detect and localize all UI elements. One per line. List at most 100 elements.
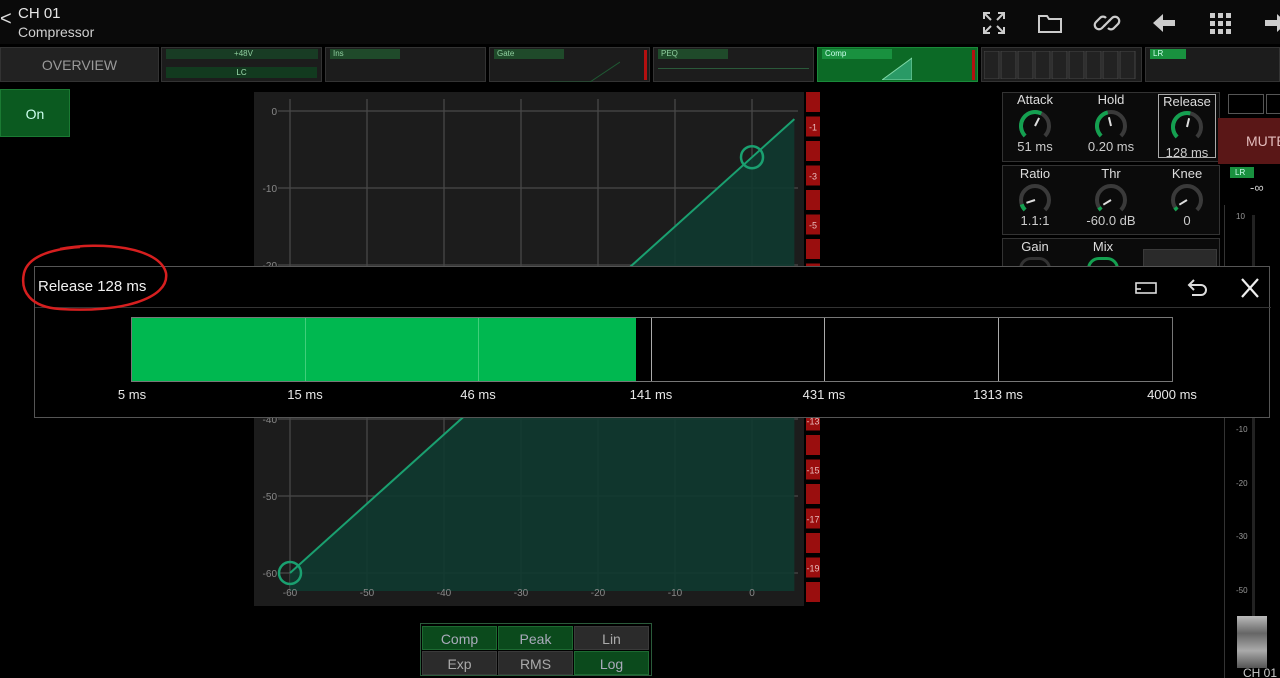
threshold-label: Thr [1101,166,1121,181]
tab-sends[interactable] [981,47,1142,82]
slider-scale-label: 15 ms [287,387,323,402]
rms-mode-button[interactable]: RMS [498,651,573,675]
y-tick-label: -10 [263,184,278,195]
gain-reduction-meter-segment [806,533,820,553]
gate-label: Gate [494,49,564,59]
threshold-control[interactable]: Thr -60.0 dB [1078,166,1144,234]
gate-curve-thumbnail [550,61,620,82]
tab-overview[interactable]: OVERVIEW [0,47,159,82]
strip-slot-right[interactable] [1266,94,1280,114]
undo-icon[interactable] [1184,277,1210,299]
comp-mode-button[interactable]: Comp [422,626,497,650]
insert-label: Ins [330,49,400,59]
slider-tick [998,318,999,381]
comp-meter-mark [972,50,975,80]
gain-reduction-meter-segment [806,582,820,602]
fader-scale-label: -10 [1236,425,1248,434]
meter-label: -19 [806,564,819,574]
y-tick-label: -50 [263,492,278,503]
tab-preamp[interactable]: +48V LC [161,47,322,82]
keyboard-icon[interactable] [1133,277,1159,299]
peak-mode-button[interactable]: Peak [498,626,573,650]
tab-gate[interactable]: Gate [489,47,650,82]
x-tick-label: -40 [437,588,452,599]
gain-control[interactable]: Gain [1004,239,1066,269]
back-chevron-icon[interactable]: < [0,8,12,31]
link-icon[interactable] [1093,9,1121,37]
release-slider[interactable] [131,317,1173,382]
attack-label: Attack [1016,92,1054,107]
fader-scale-label: -30 [1236,532,1248,541]
mix-control[interactable]: Mix [1072,239,1134,269]
send-slots-thumbnail [984,51,1136,79]
knee-value: 0 [1183,213,1191,228]
lin-mode-button[interactable]: Lin [574,626,649,650]
log-mode-button[interactable]: Log [574,651,649,675]
folder-icon[interactable] [1036,9,1064,37]
meter-label: -15 [806,466,819,476]
gain-label: Gain [1021,239,1049,254]
lowcut-indicator: LC [166,67,317,78]
attack-control[interactable]: Attack 51 ms [1004,92,1066,160]
slider-tick [824,318,825,381]
x-tick-label: 0 [749,588,755,599]
release-value-popup: Release 128 ms 5 ms 15 ms 46 ms 141 ms 4… [34,266,1271,418]
release-slider-fill [132,318,637,381]
release-label: Release [1163,94,1211,109]
gate-meter-mark [644,50,647,80]
tab-peq[interactable]: PEQ [653,47,814,82]
header-bar: < CH 01 Compressor [0,0,1280,44]
ratio-control[interactable]: Ratio 1.1:1 [1004,166,1066,234]
meter-label: -5 [809,221,817,231]
knee-control[interactable]: Knee 0 [1156,166,1218,234]
meter-label: -1 [809,123,817,133]
gain-reduction-meter-segment [806,190,820,210]
hold-value: 0.20 ms [1087,139,1135,154]
x-tick-label: -30 [514,588,529,599]
slider-scale-label: 431 ms [802,387,846,402]
forward-arrow-icon[interactable] [1262,9,1280,37]
slider-scale-label: 5 ms [117,387,147,402]
release-control[interactable]: Release 128 ms [1158,94,1216,160]
grid-icon[interactable] [1206,9,1234,37]
strip-slot-left[interactable] [1228,94,1264,114]
channel-title: CH 01 [18,5,61,22]
lr-badge: LR [1230,167,1254,178]
threshold-value: -60.0 dB [1086,213,1136,228]
gain-reduction-meter-segment [806,435,820,455]
back-arrow-icon[interactable] [1150,9,1178,37]
side-chain-button[interactable] [1143,249,1217,267]
y-tick-label: 0 [271,107,277,118]
hold-label: Hold [1097,92,1125,107]
phantom-indicator: +48V [166,49,318,59]
fader-handle[interactable] [1237,616,1267,668]
x-tick-label: -60 [283,588,298,599]
release-knob[interactable] [1169,109,1205,145]
slider-tick [478,318,479,381]
fullscreen-icon[interactable] [980,9,1008,37]
knee-label: Knee [1171,166,1203,181]
release-value: 128 ms [1165,145,1209,160]
fader-scale-label: -20 [1236,479,1248,488]
attack-value: 51 ms [1017,139,1053,154]
mix-label: Mix [1092,239,1114,254]
exp-mode-button[interactable]: Exp [422,651,497,675]
hold-control[interactable]: Hold 0.20 ms [1080,92,1142,160]
module-tab-strip: OVERVIEW +48V LC Ins Gate PEQ Comp LR [0,45,1280,83]
y-tick-label: -60 [263,569,278,580]
x-tick-label: -10 [668,588,683,599]
tab-main-bus[interactable]: LR [1145,47,1280,82]
page-subtitle: Compressor [18,24,95,40]
gain-reduction-meter-segment [806,92,820,112]
close-icon[interactable] [1237,277,1263,299]
compressor-on-button[interactable]: On [0,89,70,137]
ratio-label: Ratio [1019,166,1051,181]
mute-button[interactable]: MUTE [1218,118,1280,164]
tab-insert[interactable]: Ins [325,47,486,82]
x-tick-label: -50 [360,588,375,599]
slider-scale-label: 1313 ms [973,387,1023,402]
meter-label: -13 [806,417,819,427]
lr-label: LR [1150,49,1186,59]
tab-compressor[interactable]: Comp [817,47,978,82]
fader-scale-label: 10 [1236,212,1245,221]
